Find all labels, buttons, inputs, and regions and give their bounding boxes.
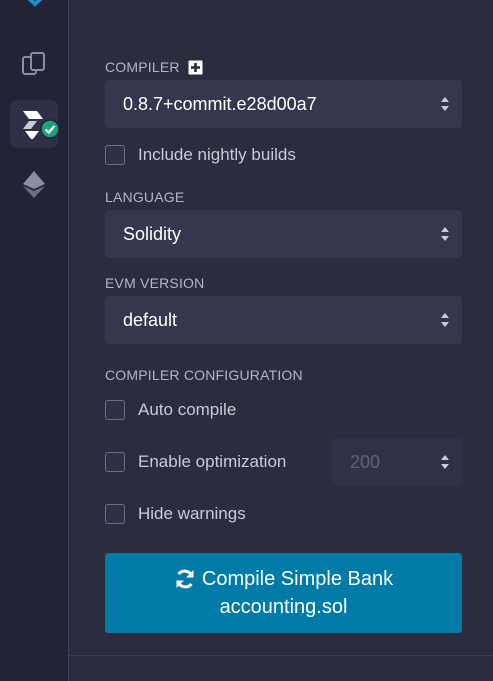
evm-version-value: default — [123, 309, 178, 330]
remix-logo-icon[interactable] — [20, 0, 50, 19]
hide-warnings-checkbox-row[interactable]: Hide warnings — [105, 504, 246, 524]
compiler-configuration-label: COMPILER CONFIGURATION — [105, 367, 303, 383]
file-explorer-icon[interactable] — [10, 40, 58, 88]
hide-warnings-checkbox[interactable] — [105, 504, 125, 524]
nightly-builds-label: Include nightly builds — [138, 145, 296, 164]
compiler-version-value: 0.8.7+commit.e28d00a7 — [123, 93, 317, 114]
sort-arrows-icon — [441, 97, 449, 111]
sort-arrows-icon — [441, 455, 449, 469]
icon-sidebar — [0, 0, 69, 681]
enable-optimization-checkbox-row[interactable]: Enable optimization — [105, 452, 286, 472]
nightly-builds-checkbox-row[interactable]: Include nightly builds — [105, 145, 296, 165]
language-select[interactable]: Solidity — [105, 210, 462, 258]
sort-arrows-icon — [441, 227, 449, 241]
check-badge-icon — [40, 119, 60, 144]
compiler-version-select[interactable]: 0.8.7+commit.e28d00a7 — [105, 80, 462, 128]
compile-button-label-line1: Compile Simple Bank — [201, 568, 394, 590]
compiler-label-row: COMPILER — [105, 59, 203, 75]
optimization-runs-input[interactable]: 200 — [332, 438, 462, 486]
evm-version-select[interactable]: default — [105, 296, 462, 344]
compile-button[interactable]: Compile Simple Bank accounting.sol — [105, 553, 462, 633]
auto-compile-checkbox-row[interactable]: Auto compile — [105, 400, 236, 420]
deploy-ethereum-icon[interactable] — [10, 160, 58, 208]
nightly-builds-checkbox[interactable] — [105, 145, 125, 165]
enable-optimization-checkbox[interactable] — [105, 452, 125, 472]
auto-compile-label: Auto compile — [138, 400, 237, 419]
plus-box-icon[interactable] — [188, 60, 203, 75]
divider — [69, 655, 493, 656]
sort-arrows-icon — [441, 313, 449, 327]
hide-warnings-label: Hide warnings — [138, 504, 246, 523]
refresh-icon — [174, 568, 196, 590]
language-value: Solidity — [123, 223, 182, 244]
compile-button-label-line2: accounting.sol — [219, 596, 348, 618]
language-label: LANGUAGE — [105, 189, 185, 205]
optimization-runs-value: 200 — [350, 451, 381, 472]
compiler-label: COMPILER — [105, 59, 180, 75]
solidity-compiler-icon[interactable] — [10, 100, 60, 148]
evm-version-label: EVM VERSION — [105, 275, 205, 291]
enable-optimization-label: Enable optimization — [138, 452, 287, 471]
auto-compile-checkbox[interactable] — [105, 400, 125, 420]
